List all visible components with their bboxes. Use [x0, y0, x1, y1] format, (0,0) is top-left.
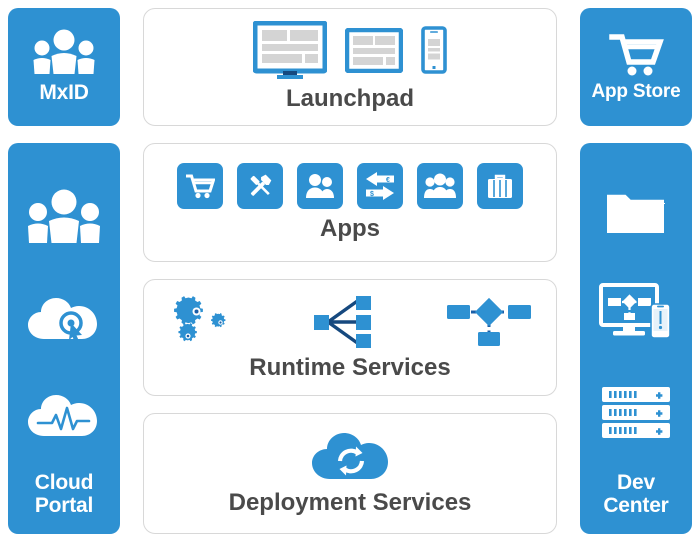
- gears-icon: [168, 294, 240, 350]
- architecture-diagram: MxID App Store Cloud Portal Dev Center L…: [0, 0, 700, 542]
- tile-cloud-portal-label-line1: Cloud: [34, 470, 94, 494]
- app-icon-two-people[interactable]: [297, 162, 343, 209]
- app-icon-shopping-cart[interactable]: [177, 162, 223, 209]
- currency-exchange-icon: € $: [364, 171, 396, 201]
- runtime-icon-row: [168, 294, 532, 350]
- cloud-portal-icon-stack: [8, 165, 120, 463]
- tile-app-store-label: App Store: [591, 81, 681, 103]
- app-icon-tools[interactable]: [237, 162, 283, 209]
- tile-app-store[interactable]: App Store: [580, 8, 692, 126]
- cloud-sync-icon: [310, 431, 390, 483]
- panel-deployment-services[interactable]: Deployment Services: [143, 413, 557, 534]
- tools-hammer-screwdriver-icon: [245, 171, 275, 201]
- cloud-pulse-monitor-icon: [26, 391, 102, 439]
- server-rack-icon: [600, 386, 672, 440]
- cloud-click-target-icon: [26, 294, 102, 342]
- tile-cloud-portal[interactable]: Cloud Portal: [8, 143, 120, 534]
- tile-dev-center-label-line1: Dev: [617, 470, 655, 494]
- two-people-icon: [304, 173, 336, 199]
- shopping-cart-icon: [608, 31, 664, 77]
- tablet-icon: [345, 27, 403, 73]
- tile-cloud-portal-label: Cloud Portal: [34, 470, 94, 518]
- app-icon-briefcase[interactable]: [477, 162, 523, 209]
- currency-symbol-dollar: $: [370, 191, 374, 198]
- panel-deployment-services-label: Deployment Services: [228, 488, 472, 516]
- dev-center-icon-stack: [580, 165, 692, 463]
- desktop-monitor-icon: [253, 21, 327, 79]
- people-group-icon: [31, 29, 97, 75]
- panel-runtime-services-label: Runtime Services: [249, 353, 451, 381]
- panel-apps[interactable]: € $ Apps: [143, 143, 557, 262]
- workflow-diagram-icon: [446, 296, 532, 348]
- three-people-icon: [423, 173, 457, 199]
- panel-apps-label: Apps: [320, 214, 380, 242]
- smartphone-icon: [421, 26, 447, 74]
- tile-cloud-portal-label-line2: Portal: [34, 494, 94, 518]
- launchpad-icon-row: [253, 21, 447, 79]
- tile-dev-center-label-line2: Center: [603, 494, 669, 518]
- tile-mxid-label: MxID: [39, 81, 89, 105]
- branching-tree-icon: [312, 295, 374, 348]
- panel-launchpad-label: Launchpad: [285, 85, 414, 112]
- tile-dev-center[interactable]: Dev Center: [580, 143, 692, 534]
- shopping-cart-icon: [185, 173, 215, 199]
- tile-dev-center-label: Dev Center: [603, 470, 669, 518]
- apps-icon-row: € $: [177, 162, 523, 209]
- app-icon-three-people[interactable]: [417, 162, 463, 209]
- briefcase-icon: [486, 172, 514, 200]
- tile-mxid[interactable]: MxID: [8, 8, 120, 126]
- panel-runtime-services[interactable]: Runtime Services: [143, 279, 557, 396]
- people-group-icon: [25, 189, 103, 245]
- monitor-workflow-mobile-icon: [598, 282, 674, 340]
- currency-symbol-euro: €: [386, 177, 390, 184]
- folder-icon: [605, 188, 667, 236]
- panel-launchpad[interactable]: Launchpad: [143, 8, 557, 126]
- app-icon-currency-exchange[interactable]: € $: [357, 162, 403, 209]
